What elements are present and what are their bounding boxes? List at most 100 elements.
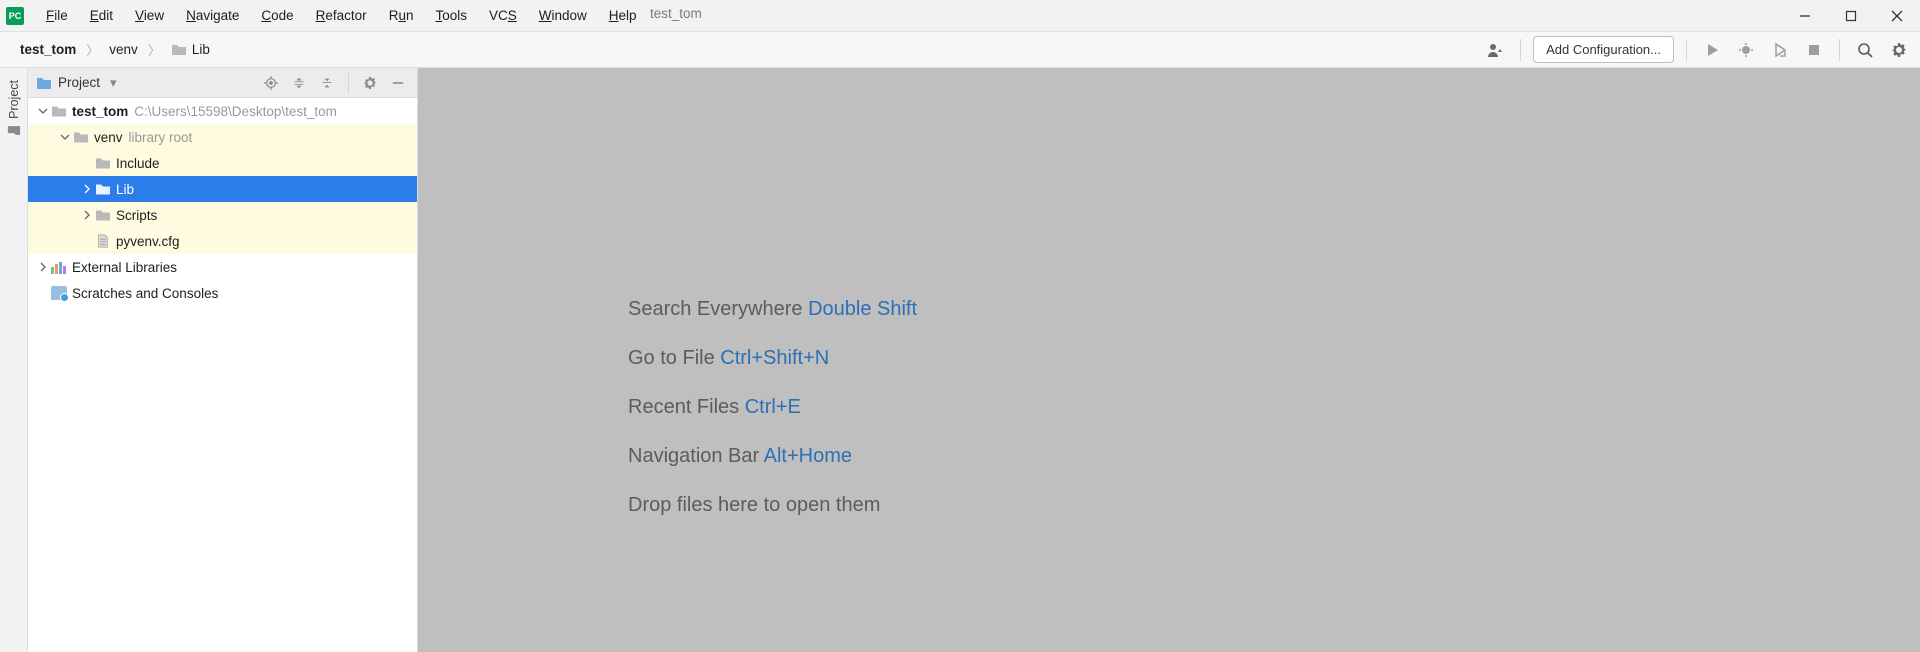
divider (1520, 39, 1521, 61)
hint-shortcut: Alt+Home (764, 445, 852, 467)
project-tree-title[interactable]: Project (58, 75, 100, 90)
project-tree-panel: Project ▾ test_tom (28, 68, 418, 652)
tree-lib-label: Lib (116, 182, 134, 197)
expand-all-icon[interactable] (288, 72, 310, 94)
chevron-right-icon[interactable] (36, 260, 50, 275)
breadcrumb-venv[interactable]: venv (103, 39, 144, 60)
hint-label: Search Everywhere (628, 298, 803, 320)
tree-venv-hint: library root (129, 130, 193, 145)
window-controls (1782, 0, 1920, 32)
coverage-icon[interactable] (1767, 37, 1793, 63)
search-icon[interactable] (1852, 37, 1878, 63)
debug-icon[interactable] (1733, 37, 1759, 63)
editor-empty-state[interactable]: Search Everywhere Double Shift Go to Fil… (418, 68, 1920, 652)
divider (1686, 39, 1687, 61)
hint-label: Navigation Bar (628, 445, 759, 467)
user-with-me-icon[interactable] (1482, 37, 1508, 63)
app-icon: PC (6, 7, 24, 25)
close-button[interactable] (1874, 0, 1920, 32)
menu-run[interactable]: Run (379, 3, 424, 28)
left-tool-strip: Project (0, 68, 28, 652)
maximize-button[interactable] (1828, 0, 1874, 32)
project-tree[interactable]: test_tom C:\Users\15598\Desktop\test_tom… (28, 98, 417, 652)
tool-tab-project-label: Project (7, 80, 21, 119)
project-icon (36, 76, 52, 90)
hint-shortcut: Ctrl+Shift+N (720, 347, 829, 369)
hint-shortcut: Double Shift (808, 298, 917, 320)
hint-label: Go to File (628, 347, 715, 369)
toolbar-actions: Add Configuration... (1482, 36, 1912, 63)
collapse-all-icon[interactable] (316, 72, 338, 94)
breadcrumb: test_tom 〉 venv 〉 Lib (8, 39, 216, 60)
breadcrumb-lib[interactable]: Lib (165, 39, 216, 60)
tree-external-libraries[interactable]: External Libraries (28, 254, 417, 280)
tree-external-label: External Libraries (72, 260, 177, 275)
breadcrumb-venv-label: venv (109, 42, 138, 57)
tree-venv-label: venv (94, 130, 123, 145)
libraries-icon (50, 260, 68, 274)
tree-scratches[interactable]: Scratches and Consoles (28, 280, 417, 306)
breadcrumb-lib-label: Lib (192, 42, 210, 57)
tree-scripts[interactable]: Scripts (28, 202, 417, 228)
hint-label: Recent Files (628, 396, 739, 418)
menu-code[interactable]: Code (251, 3, 303, 28)
folder-icon (7, 125, 21, 137)
add-configuration-button[interactable]: Add Configuration... (1533, 36, 1674, 63)
breadcrumb-root[interactable]: test_tom (14, 39, 82, 60)
tree-scratches-label: Scratches and Consoles (72, 286, 218, 301)
tree-include[interactable]: Include (28, 150, 417, 176)
chevron-down-icon[interactable] (36, 104, 50, 119)
menu-tools[interactable]: Tools (425, 3, 477, 28)
menu-file[interactable]: File (36, 3, 78, 28)
menu-vcs[interactable]: VCS (479, 3, 527, 28)
folder-icon (72, 130, 90, 144)
window-title: test_tom (650, 6, 702, 21)
tree-include-label: Include (116, 156, 160, 171)
menu-items: File Edit View Navigate Code Refactor Ru… (36, 3, 647, 28)
menu-view[interactable]: View (125, 3, 174, 28)
file-icon (94, 234, 112, 248)
tree-lib[interactable]: Lib (28, 176, 417, 202)
tree-pyvenv-label: pyvenv.cfg (116, 234, 180, 249)
menu-edit[interactable]: Edit (80, 3, 123, 28)
tree-pyvenv[interactable]: pyvenv.cfg (28, 228, 417, 254)
tool-tab-project[interactable]: Project (7, 74, 21, 143)
tree-root-label: test_tom (72, 104, 128, 119)
navigation-bar: test_tom 〉 venv 〉 Lib Add Configuration.… (0, 32, 1920, 68)
folder-icon (94, 208, 112, 222)
hint-label: Drop files here to open them (628, 494, 880, 516)
settings-icon[interactable] (1886, 37, 1912, 63)
chevron-icon: 〉 (148, 40, 161, 59)
hint-search-everywhere: Search Everywhere Double Shift (628, 298, 1920, 321)
chevron-right-icon[interactable] (80, 182, 94, 197)
tree-venv[interactable]: venv library root (28, 124, 417, 150)
tree-root[interactable]: test_tom C:\Users\15598\Desktop\test_tom (28, 98, 417, 124)
main-area: Project Project ▾ (0, 68, 1920, 652)
menu-navigate[interactable]: Navigate (176, 3, 249, 28)
hint-goto-file: Go to File Ctrl+Shift+N (628, 347, 1920, 370)
gear-icon[interactable] (359, 72, 381, 94)
hide-icon[interactable] (387, 72, 409, 94)
hint-navigation-bar: Navigation Bar Alt+Home (628, 445, 1920, 468)
divider (1839, 39, 1840, 61)
chevron-icon: 〉 (86, 40, 99, 59)
minimize-button[interactable] (1782, 0, 1828, 32)
hint-recent-files: Recent Files Ctrl+E (628, 396, 1920, 419)
project-tree-header: Project ▾ (28, 68, 417, 98)
menu-window[interactable]: Window (529, 3, 597, 28)
tree-root-path: C:\Users\15598\Desktop\test_tom (134, 104, 337, 119)
run-icon[interactable] (1699, 37, 1725, 63)
chevron-right-icon[interactable] (80, 208, 94, 223)
scratches-icon (50, 286, 68, 300)
folder-icon (94, 156, 112, 170)
menu-help[interactable]: Help (599, 3, 647, 28)
chevron-down-icon[interactable] (58, 130, 72, 145)
tree-scripts-label: Scripts (116, 208, 157, 223)
breadcrumb-root-label: test_tom (20, 42, 76, 57)
locate-icon[interactable] (260, 72, 282, 94)
folder-icon (171, 43, 187, 56)
dropdown-icon[interactable]: ▾ (110, 75, 117, 91)
stop-icon[interactable] (1801, 37, 1827, 63)
menu-refactor[interactable]: Refactor (306, 3, 377, 28)
folder-icon (94, 182, 112, 196)
